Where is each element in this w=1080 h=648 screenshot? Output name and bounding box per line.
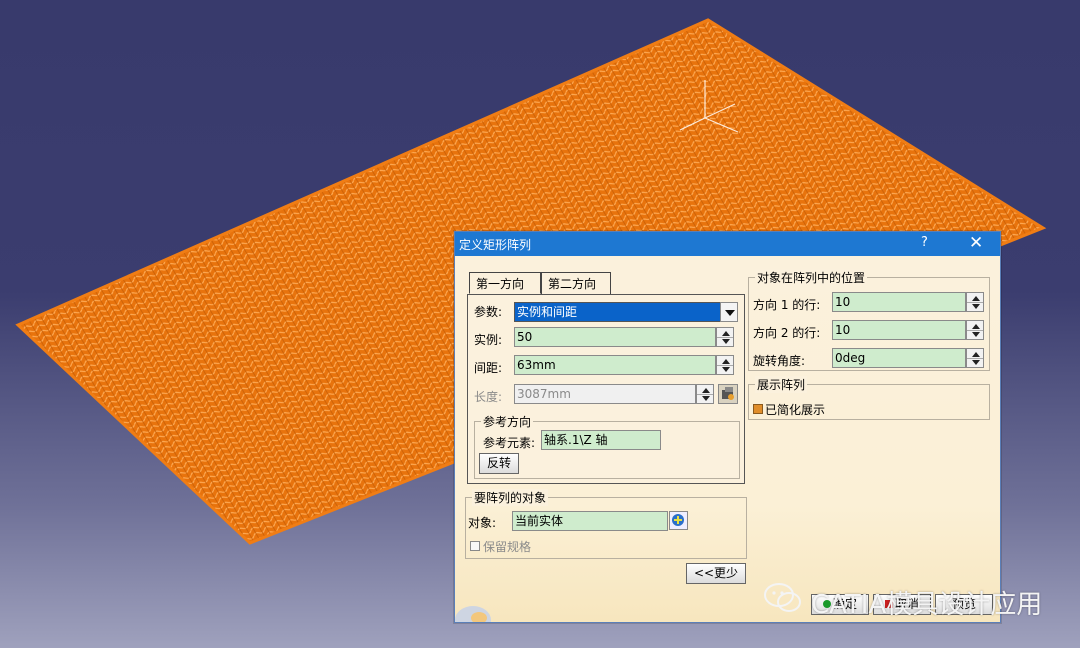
spin-down-icon bbox=[702, 396, 710, 401]
spin-up-icon bbox=[972, 324, 980, 329]
spin-up-icon bbox=[722, 331, 730, 336]
spacing-spinner[interactable] bbox=[716, 355, 734, 375]
rotation-label: 旋转角度: bbox=[753, 354, 806, 368]
spin-up-icon bbox=[972, 296, 980, 301]
spin-up-icon bbox=[702, 388, 710, 393]
length-input: 3087mm bbox=[514, 384, 696, 404]
position-group: 对象在阵列中的位置 方向 1 的行: 10 方向 2 的行: 10 旋转角度: … bbox=[748, 269, 990, 371]
ref-direction-group: 参考方向 参考元素: 轴系.1\Z 轴 反转 bbox=[474, 413, 740, 479]
object-group-title: 要阵列的对象 bbox=[472, 489, 549, 506]
spin-up-icon bbox=[722, 359, 730, 364]
row1-value: 10 bbox=[835, 295, 851, 309]
display-group: 展示阵列 已简化展示 bbox=[748, 376, 990, 420]
define-rect-pattern-dialog: 定义矩形阵列 ? ✕ 第一方向 第二方向 参数: 实例和间距 实例: 50 间距… bbox=[454, 231, 1001, 623]
rotation-value: 0deg bbox=[835, 351, 866, 365]
first-direction-panel: 参数: 实例和间距 实例: 50 间距: 63mm 长度: 3087mm 参考方… bbox=[467, 294, 745, 484]
dialog-title: 定义矩形阵列 bbox=[459, 238, 532, 252]
length-value: 3087mm bbox=[517, 387, 571, 401]
row2-label: 方向 2 的行: bbox=[753, 326, 821, 340]
wechat-icon bbox=[764, 583, 801, 612]
dialog-titlebar: 定义矩形阵列 ? ✕ bbox=[455, 232, 1000, 256]
close-icon[interactable]: ✕ bbox=[969, 233, 983, 253]
spin-down-icon bbox=[972, 360, 980, 365]
params-select[interactable]: 实例和间距 bbox=[514, 302, 722, 322]
length-spinner bbox=[696, 384, 714, 404]
row2-value: 10 bbox=[835, 323, 851, 337]
ref-element-input[interactable]: 轴系.1\Z 轴 bbox=[541, 430, 661, 450]
less-button[interactable]: <<更少 bbox=[686, 563, 746, 584]
spin-down-icon bbox=[972, 304, 980, 309]
select-object-icon[interactable] bbox=[669, 511, 688, 530]
ref-element-value: 轴系.1\Z 轴 bbox=[544, 433, 608, 447]
keep-spec-checkbox[interactable] bbox=[470, 541, 480, 551]
object-value: 当前实体 bbox=[515, 514, 564, 528]
object-label: 对象: bbox=[468, 516, 497, 530]
instances-spinner[interactable] bbox=[716, 327, 734, 347]
spacing-label: 间距: bbox=[474, 361, 503, 375]
display-group-title: 展示阵列 bbox=[755, 376, 808, 393]
row2-input[interactable]: 10 bbox=[832, 320, 966, 340]
catia-logo-icon bbox=[455, 606, 491, 622]
length-label: 长度: bbox=[474, 390, 503, 404]
row1-label: 方向 1 的行: bbox=[753, 298, 821, 312]
ref-direction-title: 参考方向 bbox=[481, 413, 534, 430]
row1-input[interactable]: 10 bbox=[832, 292, 966, 312]
spin-down-icon bbox=[972, 332, 980, 337]
position-group-title: 对象在阵列中的位置 bbox=[755, 269, 868, 286]
instances-label: 实例: bbox=[474, 333, 503, 347]
spacing-input[interactable]: 63mm bbox=[514, 355, 716, 375]
tab-second-direction-label: 第二方向 bbox=[548, 277, 597, 291]
instances-input[interactable]: 50 bbox=[514, 327, 716, 347]
keep-spec-label: 保留规格 bbox=[483, 540, 532, 554]
measure-icon[interactable] bbox=[718, 384, 738, 404]
params-dropdown-button[interactable] bbox=[720, 302, 738, 322]
tab-second-direction[interactable]: 第二方向 bbox=[541, 272, 611, 294]
spin-up-icon bbox=[972, 352, 980, 357]
spin-down-icon bbox=[722, 339, 730, 344]
reverse-button[interactable]: 反转 bbox=[479, 453, 519, 474]
tab-first-direction-label: 第一方向 bbox=[476, 277, 525, 291]
rotation-input[interactable]: 0deg bbox=[832, 348, 966, 368]
params-value: 实例和间距 bbox=[517, 305, 578, 319]
spacing-value: 63mm bbox=[517, 358, 556, 372]
params-label: 参数: bbox=[474, 305, 503, 319]
ref-element-label: 参考元素: bbox=[483, 436, 536, 450]
simplified-checkbox[interactable] bbox=[753, 404, 763, 414]
object-group: 要阵列的对象 对象: 当前实体 保留规格 bbox=[465, 489, 747, 559]
object-input[interactable]: 当前实体 bbox=[512, 511, 668, 531]
rotation-spinner[interactable] bbox=[966, 348, 984, 368]
watermark-text: CATIA模具设计应用 bbox=[811, 590, 1043, 620]
chevron-down-icon bbox=[725, 310, 735, 316]
instances-value: 50 bbox=[517, 330, 533, 344]
tab-first-direction[interactable]: 第一方向 bbox=[469, 272, 541, 294]
help-icon[interactable]: ? bbox=[921, 235, 928, 250]
row1-spinner[interactable] bbox=[966, 292, 984, 312]
row2-spinner[interactable] bbox=[966, 320, 984, 340]
spin-down-icon bbox=[722, 367, 730, 372]
simplified-label: 已简化展示 bbox=[765, 403, 826, 417]
